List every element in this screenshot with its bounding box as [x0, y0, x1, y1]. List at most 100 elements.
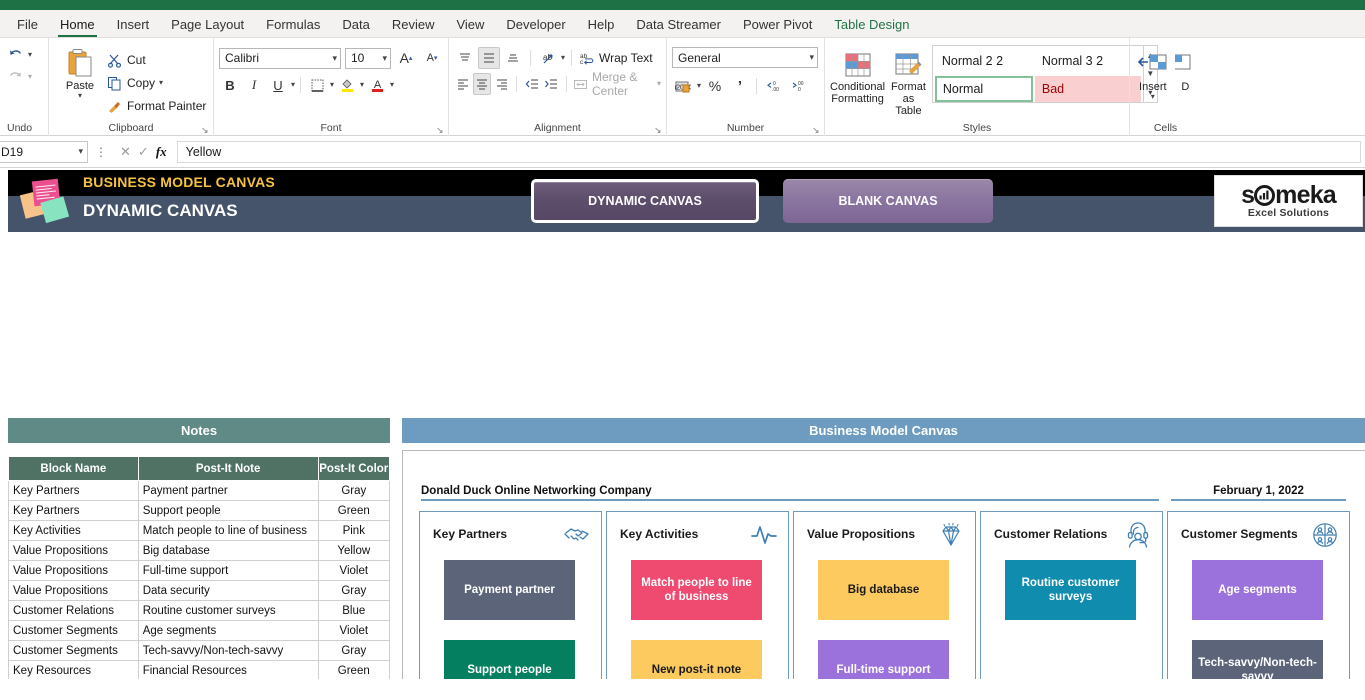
cell-note[interactable]: Financial Resources — [138, 661, 318, 680]
chevron-down-icon[interactable]: ▾ — [78, 146, 83, 157]
insert-function-icon[interactable]: fx — [156, 144, 167, 160]
format-painter-button[interactable]: Format Painter — [106, 95, 206, 117]
tab-view[interactable]: View — [445, 14, 495, 37]
cell-block[interactable]: Customer Segments — [9, 641, 139, 661]
table-row[interactable]: Key ResourcesFinancial ResourcesGreen — [9, 661, 390, 680]
comma-format-button[interactable]: ’ — [729, 75, 751, 97]
undo-button[interactable]: ▾ — [7, 44, 32, 66]
clipboard-dialog-launcher[interactable]: ↘ — [201, 125, 211, 135]
style-item-normal[interactable]: Normal — [935, 76, 1033, 102]
tab-power-pivot[interactable]: Power Pivot — [732, 14, 823, 37]
font-dialog-launcher[interactable]: ↘ — [436, 125, 446, 135]
italic-button[interactable]: I — [243, 74, 265, 96]
number-dialog-launcher[interactable]: ↘ — [812, 125, 822, 135]
cell-block[interactable]: Key Partners — [9, 501, 139, 521]
decrease-decimal-button[interactable]: 000 — [787, 75, 809, 97]
align-top-button[interactable] — [454, 47, 476, 69]
table-row[interactable]: Key ActivitiesMatch people to line of bu… — [9, 521, 390, 541]
blank-canvas-button[interactable]: BLANK CANVAS — [783, 179, 993, 223]
tab-help[interactable]: Help — [577, 14, 626, 37]
insert-caret-icon[interactable]: ▾ — [1151, 92, 1155, 101]
cell-color[interactable]: Gray — [318, 481, 389, 501]
decrease-indent-button[interactable] — [523, 73, 540, 95]
formula-bar-handle[interactable]: ⋮ — [92, 145, 110, 159]
tab-data-streamer[interactable]: Data Streamer — [625, 14, 732, 37]
cut-button[interactable]: Cut — [106, 49, 206, 71]
table-row[interactable]: Key PartnersSupport peopleGreen — [9, 501, 390, 521]
post-it-note[interactable]: Routine customer surveys — [1005, 560, 1136, 620]
conditional-formatting-button[interactable]: Conditional Formatting — [830, 45, 885, 105]
align-middle-button[interactable] — [478, 47, 500, 69]
cell-note[interactable]: Big database — [138, 541, 318, 561]
align-bottom-button[interactable] — [502, 47, 524, 69]
delete-cells-button[interactable]: D — [1175, 45, 1196, 93]
tab-developer[interactable]: Developer — [495, 14, 576, 37]
table-row[interactable]: Value PropositionsBig databaseYellow — [9, 541, 390, 561]
canvas-date[interactable]: February 1, 2022 — [1171, 485, 1346, 501]
increase-font-size-button[interactable]: A▴ — [395, 47, 417, 69]
name-box[interactable]: D19 ▾ — [0, 141, 88, 163]
paste-button[interactable]: Paste ▾ — [54, 44, 106, 100]
font-color-button[interactable]: A — [366, 74, 388, 96]
fill-color-caret-icon[interactable]: ▾ — [360, 80, 364, 89]
cell-color[interactable]: Violet — [318, 561, 389, 581]
align-left-button[interactable] — [454, 73, 471, 95]
cell-color[interactable]: Yellow — [318, 541, 389, 561]
cell-block[interactable]: Customer Segments — [9, 621, 139, 641]
post-it-note[interactable]: Tech-savvy/Non-tech-savvy — [1192, 640, 1323, 679]
cell-color[interactable]: Pink — [318, 521, 389, 541]
cell-block[interactable]: Key Partners — [9, 481, 139, 501]
font-color-caret-icon[interactable]: ▾ — [390, 80, 394, 89]
cell-block[interactable]: Value Propositions — [9, 561, 139, 581]
post-it-note[interactable]: Full-time support — [818, 640, 949, 679]
formula-input[interactable]: Yellow — [177, 141, 1361, 163]
table-row[interactable]: Key PartnersPayment partnerGray — [9, 481, 390, 501]
cell-note[interactable]: Routine customer surveys — [138, 601, 318, 621]
post-it-note[interactable]: Match people to line of business — [631, 560, 762, 620]
font-name-combo[interactable]: Calibri ▾ — [219, 48, 341, 69]
cell-color[interactable]: Gray — [318, 581, 389, 601]
col-header-post-it-color[interactable]: Post-It Color — [318, 457, 389, 481]
accounting-format-button[interactable]: \u20AC — [672, 75, 694, 97]
tab-page-layout[interactable]: Page Layout — [160, 14, 255, 37]
tab-review[interactable]: Review — [381, 14, 446, 37]
underline-button[interactable]: U — [267, 74, 289, 96]
table-row[interactable]: Customer SegmentsAge segmentsViolet — [9, 621, 390, 641]
accounting-caret-icon[interactable]: ▾ — [697, 81, 701, 90]
fill-color-button[interactable] — [336, 74, 358, 96]
borders-button[interactable] — [306, 74, 328, 96]
borders-caret-icon[interactable]: ▾ — [330, 80, 334, 89]
cell-note[interactable]: Age segments — [138, 621, 318, 641]
increase-decimal-button[interactable]: 0.00 — [762, 75, 784, 97]
undo-caret-icon[interactable]: ▾ — [28, 50, 32, 59]
orientation-button[interactable]: ab — [537, 47, 559, 69]
style-item-normal-3-2[interactable]: Normal 3 2 — [1035, 48, 1141, 74]
copy-caret-icon[interactable]: ▾ — [159, 78, 163, 87]
canvas-block-key-partners[interactable]: Key PartnersPayment partnerSupport peopl… — [419, 511, 602, 679]
style-item-bad[interactable]: Bad — [1035, 76, 1141, 102]
style-item-normal-2-2[interactable]: Normal 2 2 — [935, 48, 1033, 74]
tab-insert[interactable]: Insert — [106, 14, 161, 37]
align-center-button[interactable] — [473, 73, 490, 95]
cell-block[interactable]: Customer Relations — [9, 601, 139, 621]
cell-block[interactable]: Value Propositions — [9, 541, 139, 561]
wrap-text-button[interactable]: abc Wrap Text — [578, 47, 653, 69]
cell-note[interactable]: Payment partner — [138, 481, 318, 501]
percent-format-button[interactable]: % — [704, 75, 726, 97]
tab-formulas[interactable]: Formulas — [255, 14, 331, 37]
post-it-note[interactable]: Support people — [444, 640, 575, 679]
redo-caret-icon[interactable]: ▾ — [28, 72, 32, 81]
orientation-caret-icon[interactable]: ▾ — [561, 53, 565, 62]
canvas-company-name[interactable]: Donald Duck Online Networking Company — [421, 485, 1159, 501]
cell-color[interactable]: Blue — [318, 601, 389, 621]
paste-caret-icon[interactable]: ▾ — [78, 91, 82, 100]
tab-home[interactable]: Home — [49, 14, 106, 37]
post-it-note[interactable]: New post-it note — [631, 640, 762, 679]
cell-note[interactable]: Support people — [138, 501, 318, 521]
copy-button[interactable]: Copy ▾ — [106, 72, 206, 94]
dynamic-canvas-button[interactable]: DYNAMIC CANVAS — [531, 179, 759, 223]
table-row[interactable]: Value PropositionsData securityGray — [9, 581, 390, 601]
tab-data[interactable]: Data — [331, 14, 380, 37]
cell-color[interactable]: Violet — [318, 621, 389, 641]
cancel-icon[interactable]: ✕ — [120, 144, 131, 160]
